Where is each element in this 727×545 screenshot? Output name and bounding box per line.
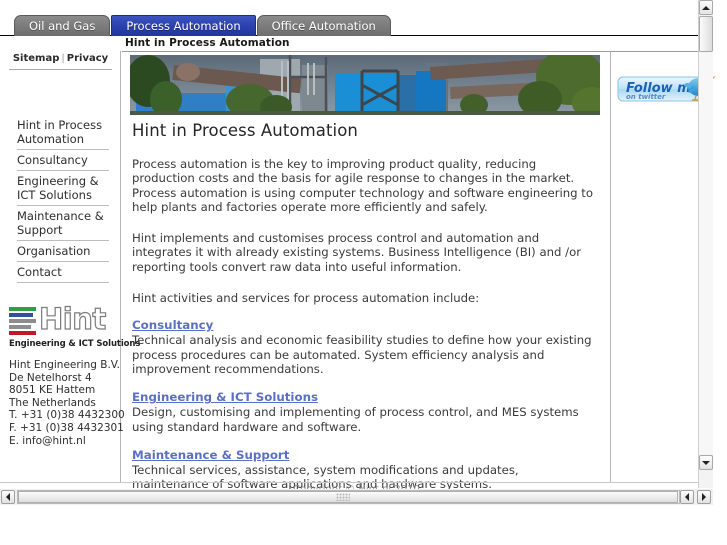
twitter-badge-line2: on twitter <box>626 93 666 101</box>
vertical-scrollbar[interactable] <box>698 0 713 488</box>
sidebar-item-hint-in-process-automation[interactable]: Hint in Process Automation <box>17 116 109 150</box>
utility-divider <box>9 69 112 70</box>
article-paragraph-2: Hint implements and customises process c… <box>132 231 582 274</box>
contact-email[interactable]: E. info@hint.nl <box>9 435 125 448</box>
chevron-right-icon <box>702 493 706 501</box>
horizontal-scrollbar[interactable] <box>0 489 713 505</box>
chevron-down-icon <box>702 460 710 465</box>
service-block-engineering-ict-solutions: Engineering & ICT Solutions Design, cust… <box>132 390 596 434</box>
sidebar: Sitemap | Privacy Hint in Process Automati… <box>0 51 141 482</box>
logo-wordmark: Hint <box>38 302 106 336</box>
logo-bars-icon <box>9 307 36 335</box>
footer-divider <box>0 482 713 483</box>
page-title-band: Hint in Process Automation <box>0 37 713 52</box>
contact-street: De Netelhorst 4 <box>9 371 92 384</box>
horizontal-scroll-step-buttons <box>680 490 712 504</box>
scroll-thumb-grip-icon <box>336 493 350 501</box>
service-block-consultancy: Consultancy Technical analysis and econo… <box>132 318 596 376</box>
contact-postcode-city: 8051 KE Hattem <box>9 384 96 397</box>
tab-oil-and-gas[interactable]: Oil and Gas <box>14 15 111 36</box>
utility-links: Sitemap | Privacy <box>0 53 121 64</box>
sidebar-item-maintenance-support[interactable]: Maintenance & Support <box>17 206 109 241</box>
utility-separator: | <box>61 53 65 64</box>
sitemap-link[interactable]: Sitemap <box>13 53 60 64</box>
contact-company: Hint Engineering B.V. <box>9 359 120 371</box>
contact-phone: T. +31 (0)38 4432300 <box>9 409 125 422</box>
link-maintenance-support[interactable]: Maintenance & Support <box>132 448 596 462</box>
tab-office-automation[interactable]: Office Automation <box>256 15 391 36</box>
scroll-down-button[interactable] <box>699 455 713 470</box>
hint-logo-mark: Hint <box>9 302 113 338</box>
logo-tagline: Engineering & ICT Solutions <box>9 339 141 349</box>
sidebar-item-organisation[interactable]: Organisation <box>17 241 109 262</box>
scroll-left-button[interactable] <box>1 490 15 504</box>
chevron-left-icon <box>685 493 689 501</box>
article-paragraph-3: Hint activities and services for process… <box>132 291 480 306</box>
scroll-step-right-button[interactable] <box>697 490 711 504</box>
contact-country: The Netherlands <box>9 396 96 409</box>
industrial-plant-photo <box>130 55 600 115</box>
chevron-up-icon <box>702 5 710 10</box>
tab-process-automation[interactable]: Process Automation <box>111 15 256 36</box>
browser-viewport: Oil and Gas Process Automation Office Au… <box>0 0 727 545</box>
page-layout: Sitemap | Privacy Hint in Process Automati… <box>0 51 716 491</box>
contact-fax: F. +31 (0)38 4432301 <box>9 421 124 434</box>
site-tab-bar: Oil and Gas Process Automation Office Au… <box>0 0 713 36</box>
sidebar-item-engineering-ict-solutions[interactable]: Engineering & ICT Solutions <box>17 171 109 206</box>
main-content: Hint in Process Automation Process autom… <box>122 51 611 491</box>
privacy-link[interactable]: Privacy <box>67 53 108 64</box>
page-background-area <box>0 506 727 545</box>
vertical-scroll-track[interactable] <box>699 53 713 454</box>
contact-block: Hint Engineering B.V. De Netelhorst 4 80… <box>9 359 125 447</box>
sidebar-item-contact[interactable]: Contact <box>17 262 109 283</box>
article-heading: Hint in Process Automation <box>132 121 358 140</box>
link-engineering-ict-solutions[interactable]: Engineering & ICT Solutions <box>132 390 596 404</box>
link-consultancy[interactable]: Consultancy <box>132 318 596 332</box>
vertical-scroll-thumb[interactable] <box>699 16 713 52</box>
hero-banner-image <box>130 55 600 115</box>
page-title: Hint in Process Automation <box>125 37 290 49</box>
sidebar-nav: Hint in Process Automation Consultancy E… <box>0 116 121 283</box>
chevron-left-icon <box>6 493 10 501</box>
sidebar-item-consultancy[interactable]: Consultancy <box>17 150 109 171</box>
service-text-consultancy: Technical analysis and economic feasibil… <box>132 333 592 376</box>
scroll-step-left-button[interactable] <box>680 490 694 504</box>
article-body: Hint in Process Automation Process autom… <box>132 121 596 505</box>
hint-logo[interactable]: Hint Engineering & ICT Solutions <box>9 302 141 349</box>
scroll-up-button[interactable] <box>699 0 713 15</box>
service-text-engineering-ict-solutions: Design, customising and implementing of … <box>132 405 579 434</box>
article-paragraph-1: Process automation is the key to improvi… <box>132 157 594 214</box>
